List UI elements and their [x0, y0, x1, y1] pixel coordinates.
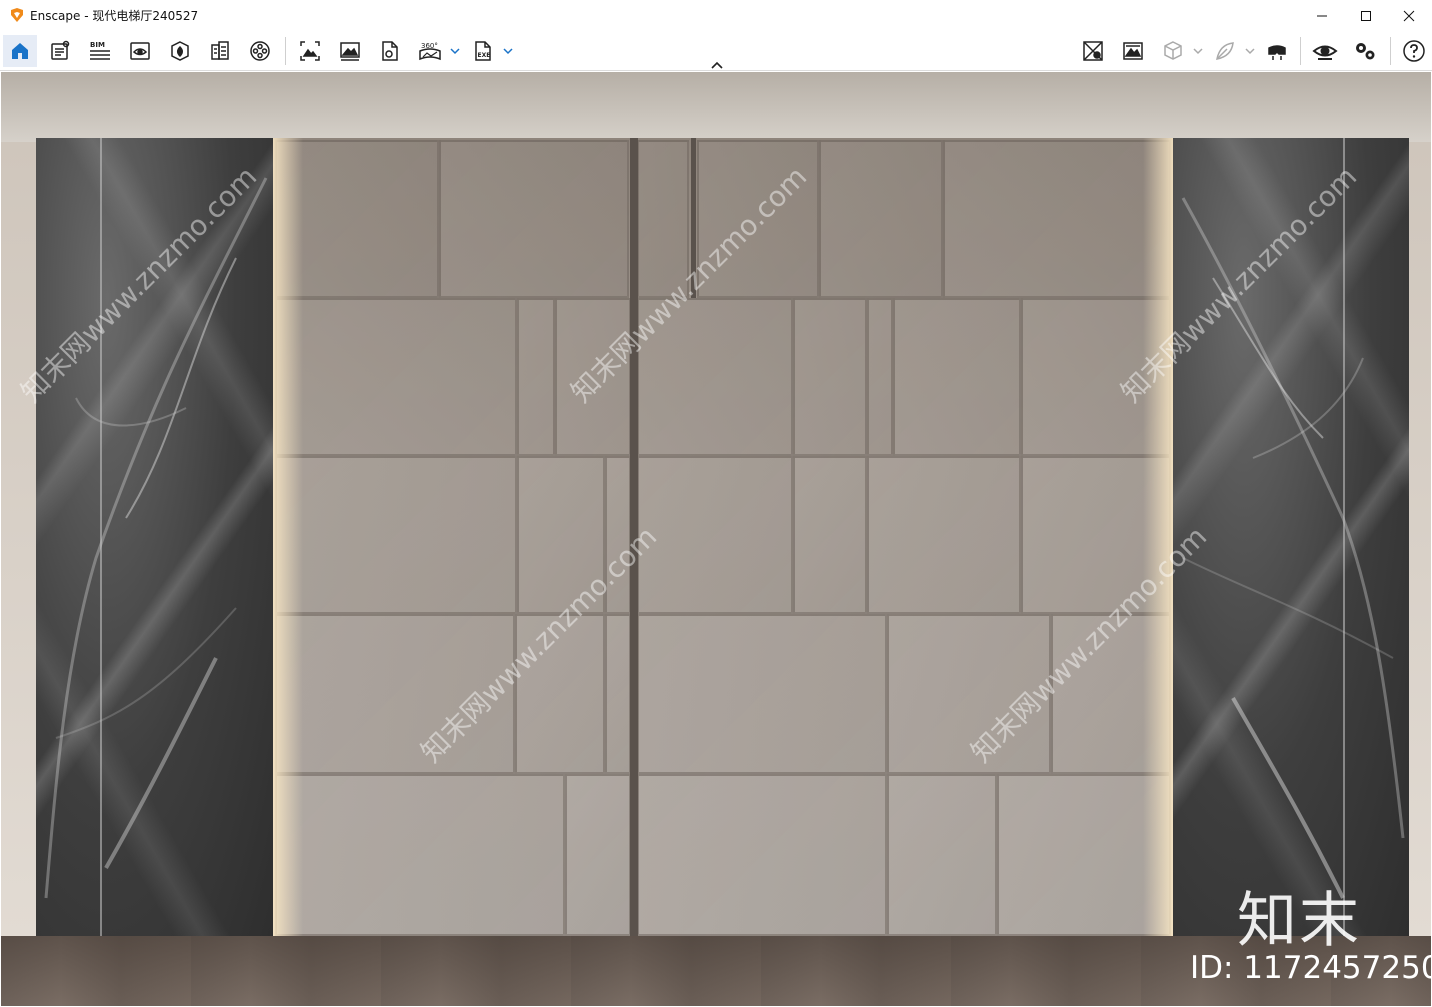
export-dropdown[interactable] — [499, 35, 517, 67]
wall-panel — [887, 774, 997, 936]
help-button[interactable] — [1397, 35, 1431, 67]
side-wall-right — [1409, 142, 1431, 936]
wall-panel — [517, 298, 555, 456]
cube-button[interactable] — [1156, 35, 1190, 67]
wall-panel — [275, 774, 565, 936]
minimize-icon — [1317, 15, 1327, 16]
chevron-down-icon — [503, 48, 513, 55]
vr-headset-button[interactable] — [1260, 35, 1294, 67]
side-wall-left — [1, 142, 37, 936]
vegetation-button[interactable] — [1208, 35, 1242, 67]
wall-panel — [867, 298, 893, 456]
home-button[interactable] — [3, 35, 37, 67]
wall-panel — [605, 614, 631, 774]
toolbar-separator — [1300, 37, 1301, 65]
material-editor-icon — [211, 41, 229, 60]
wall-panel — [439, 140, 629, 298]
render-360-icon: 360° — [419, 42, 441, 61]
visual-settings-button[interactable] — [1076, 35, 1110, 67]
minimize-button[interactable] — [1299, 0, 1345, 31]
site-context-button[interactable] — [243, 35, 277, 67]
wall-panel — [275, 298, 517, 456]
settings-icon — [1356, 43, 1375, 60]
wall-panel — [637, 456, 793, 614]
vegetation-dropdown[interactable] — [1241, 35, 1259, 67]
eye-button[interactable] — [1308, 35, 1342, 67]
render-viewport[interactable]: 知末网www.znzmo.com 知末网www.znzmo.com 知末网www… — [1, 72, 1431, 1006]
wall-panel — [819, 140, 943, 298]
wall-panel — [275, 456, 517, 614]
toolbar-separator — [285, 37, 286, 65]
sun-icon — [1123, 42, 1143, 60]
image-id-label: ID: 1172457250 — [1190, 950, 1432, 986]
properties-icon — [51, 40, 70, 60]
vegetation-icon — [1216, 42, 1234, 60]
asset-library-button[interactable] — [163, 35, 197, 67]
chevron-down-icon — [1193, 48, 1203, 55]
vr-headset-icon — [1268, 45, 1286, 60]
maximize-icon — [1361, 10, 1371, 21]
collapse-toolbar-toggle[interactable] — [706, 58, 728, 72]
bim-icon: BIM — [90, 41, 110, 60]
close-icon — [1403, 10, 1415, 21]
wall-panel — [867, 456, 1021, 614]
pillar-groove — [1343, 138, 1345, 938]
ceiling — [1, 72, 1431, 142]
export-exe-label: EXE — [478, 52, 491, 59]
sun-settings-button[interactable] — [1116, 35, 1150, 67]
cube-icon — [1164, 41, 1182, 60]
visual-settings-icon — [1083, 41, 1103, 61]
render-image-icon — [340, 42, 360, 61]
window-title: Enscape - 现代电梯厅240527 — [30, 9, 199, 23]
screenshot-button[interactable] — [293, 35, 327, 67]
toolbar-separator — [1390, 37, 1391, 65]
wall-panel — [637, 614, 887, 774]
wall-panel — [637, 774, 887, 936]
properties-button[interactable] — [43, 35, 77, 67]
wall-panel — [565, 774, 631, 936]
enscape-logo-icon — [11, 8, 23, 22]
znzmo-logo-text: 知末 — [1237, 886, 1361, 956]
chevron-down-icon — [450, 48, 460, 55]
eye-icon — [1312, 45, 1338, 60]
screenshot-icon — [300, 41, 320, 61]
maximize-button[interactable] — [1343, 0, 1389, 31]
wall-panel — [793, 298, 867, 456]
wall-panel — [793, 456, 867, 614]
export-exe-icon: EXE — [475, 41, 491, 61]
help-icon — [1403, 40, 1425, 62]
chevron-down-icon — [1245, 48, 1255, 55]
close-button[interactable] — [1386, 0, 1432, 31]
panorama-button[interactable] — [373, 35, 407, 67]
wall-panel — [943, 140, 1171, 298]
led-glow-left — [273, 138, 303, 938]
cube-dropdown[interactable] — [1189, 35, 1207, 67]
render-360-dropdown[interactable] — [446, 35, 464, 67]
view-icon — [130, 42, 150, 60]
material-editor-button[interactable] — [203, 35, 237, 67]
wall-panel — [893, 298, 1021, 456]
home-icon — [12, 43, 28, 59]
asset-library-icon — [171, 41, 189, 61]
site-context-icon — [250, 41, 270, 61]
render-image-button[interactable] — [333, 35, 367, 67]
export-exe-button[interactable]: EXE — [466, 35, 500, 67]
settings-button[interactable] — [1348, 35, 1382, 67]
pillar-groove — [100, 138, 102, 938]
bim-button[interactable]: BIM — [83, 35, 117, 67]
render-360-button[interactable]: 360° — [413, 35, 447, 67]
title-bar: Enscape - 现代电梯厅240527 — [0, 0, 1432, 31]
view-button[interactable] — [123, 35, 157, 67]
panorama-icon — [382, 41, 398, 61]
bim-label: BIM — [90, 41, 105, 49]
chevron-up-icon — [711, 61, 723, 69]
